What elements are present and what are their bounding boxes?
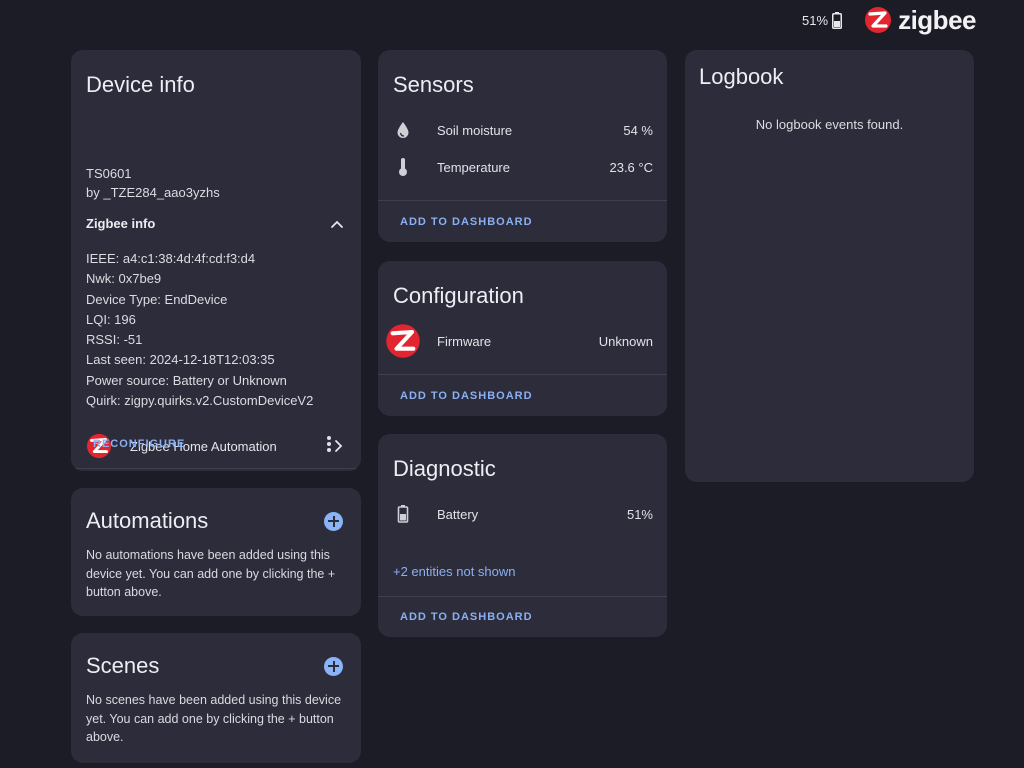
diagnostic-name: Battery: [437, 506, 479, 522]
sensor-name: Soil moisture: [437, 122, 513, 138]
zigbee-info-line-device-type: Device Type: EndDevice: [86, 291, 228, 307]
diagnostic-row-battery[interactable]: Battery 51%: [393, 502, 653, 526]
zigbee-logo-icon: [386, 324, 420, 358]
scenes-card: Scenes No scenes have been added using t…: [71, 633, 361, 763]
device-model: TS0601: [86, 166, 132, 181]
zigbee-info-details: IEEE: a4:c1:38:4d:4f:cd:f3:d4 Nwk: 0x7be…: [86, 249, 313, 411]
device-info-card: Device info TS0601 by _TZE284_aao3yzhs Z…: [71, 50, 361, 471]
automations-header: Automations: [86, 508, 343, 534]
zigbee-info-line-ieee: IEEE: a4:c1:38:4d:4f:cd:f3:d4: [86, 251, 256, 266]
zigbee-info-toggle[interactable]: Zigbee info: [86, 216, 344, 231]
chevron-up-icon: [331, 220, 343, 228]
sensor-row-soil-moisture[interactable]: Soil moisture 54 %: [393, 118, 653, 142]
sensor-row-temperature[interactable]: Temperature 23.6 °C: [393, 155, 653, 179]
diagnostic-title: Diagnostic: [393, 456, 496, 481]
scenes-title: Scenes: [86, 653, 160, 678]
divider: [71, 468, 361, 469]
sensor-name: Temperature: [437, 159, 510, 175]
battery-status: 51%: [802, 11, 843, 29]
add-scene-button[interactable]: [324, 656, 343, 676]
automations-empty-text: No automations have been added using thi…: [86, 548, 336, 599]
logbook-card: Logbook No logbook events found.: [685, 50, 974, 482]
zigbee-info-line-quirk: Quirk: zigpy.quirks.v2.CustomDeviceV2: [86, 393, 314, 409]
sensors-title: Sensors: [393, 72, 474, 97]
logbook-title: Logbook: [699, 64, 784, 89]
logbook-empty-text: No logbook events found.: [755, 117, 904, 132]
zigbee-info-line-last-seen: Last seen: 2024-12-18T12:03:35: [86, 352, 275, 368]
configuration-card: Configuration Firmware Unknown ADD TO DA…: [378, 261, 667, 416]
scenes-header: Scenes: [86, 653, 343, 679]
zigbee-info-label: Zigbee info: [86, 216, 156, 231]
diagnostic-add-to-dashboard-button[interactable]: ADD TO DASHBOARD: [400, 611, 533, 623]
water-drop-icon: [397, 122, 409, 138]
zigbee-brand-logo: zigbee: [864, 5, 976, 36]
config-name: Firmware: [437, 333, 492, 349]
sensors-add-to-dashboard-button[interactable]: ADD TO DASHBOARD: [400, 216, 533, 228]
configuration-title: Configuration: [393, 283, 524, 308]
automations-card: Automations No automations have been add…: [71, 488, 361, 616]
config-row-firmware[interactable]: Firmware Unknown: [385, 324, 653, 358]
thermometer-icon: [399, 158, 407, 176]
sensors-card: Sensors Soil moisture 54 % Temperature 2…: [378, 50, 667, 242]
reconfigure-button[interactable]: RECONFIGURE: [93, 438, 185, 450]
config-value: Unknown: [598, 333, 653, 349]
divider: [378, 596, 667, 597]
zigbee-info-line-rssi: RSSI: -51: [86, 332, 143, 348]
battery-percent: 51%: [802, 12, 829, 28]
configuration-add-to-dashboard-button[interactable]: ADD TO DASHBOARD: [400, 390, 533, 402]
automations-title: Automations: [86, 508, 209, 533]
zigbee-logo-icon: [865, 7, 892, 33]
zigbee-info-line-lqi: LQI: 196: [86, 311, 136, 327]
hidden-entities-link[interactable]: +2 entities not shown: [393, 564, 516, 579]
scenes-empty-text: No scenes have been added using this dev…: [86, 693, 342, 744]
more-options-icon[interactable]: [327, 436, 331, 452]
zigbee-wordmark: zigbee: [898, 4, 976, 35]
diagnostic-card: Diagnostic Battery 51% +2 entities not s…: [378, 434, 667, 637]
top-bar: 51% zigbee: [0, 0, 1024, 40]
chevron-right-icon: [335, 440, 343, 452]
sensor-value: 23.6 °C: [609, 159, 653, 175]
divider: [378, 200, 667, 201]
zigbee-info-line-power-source: Power source: Battery or Unknown: [86, 372, 287, 388]
device-info-title: Device info: [86, 72, 195, 97]
add-automation-button[interactable]: [324, 511, 343, 531]
battery-icon: [397, 505, 409, 523]
diagnostic-value: 51%: [626, 506, 653, 522]
sensor-value: 54 %: [623, 122, 653, 138]
battery-icon: [832, 11, 843, 29]
zigbee-info-line-nwk: Nwk: 0x7be9: [86, 271, 162, 287]
device-manufacturer: by _TZE284_aao3yzhs: [86, 185, 220, 200]
divider: [378, 374, 667, 375]
device-model-block: TS0601 by _TZE284_aao3yzhs: [86, 164, 220, 202]
